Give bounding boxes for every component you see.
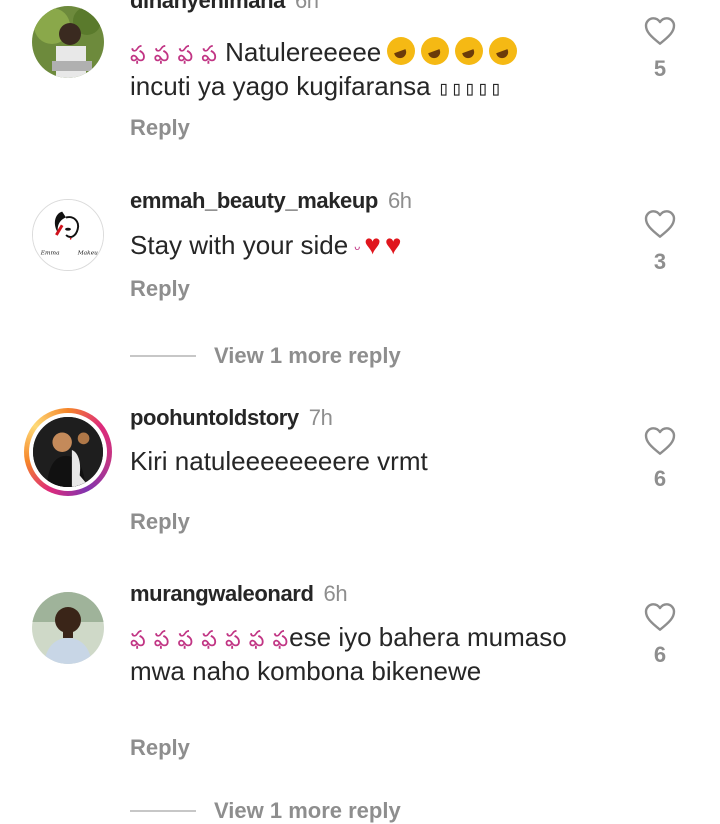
view-more-replies-button[interactable]: View 1 more reply	[130, 343, 401, 369]
lips-emoji: ఫ ఫ ఫ ఫ ఫ ఫ ఫ	[130, 626, 290, 651]
username[interactable]: poohuntoldstory	[130, 405, 299, 430]
unrendered-glyphs: ▯▯▯▯▯	[437, 76, 504, 100]
username[interactable]: emmah_beauty_makeup	[130, 188, 378, 213]
laughing-emoji-icon	[489, 37, 518, 65]
like-count: 5	[653, 56, 667, 81]
avatar-logo-text: Emma	[40, 250, 60, 256]
reply-button[interactable]: Reply	[130, 276, 190, 302]
avatar-story-ring[interactable]	[24, 408, 112, 496]
avatar[interactable]	[32, 6, 104, 78]
username[interactable]: dinanyenimana	[130, 0, 285, 13]
like-button[interactable]: 6	[638, 426, 682, 492]
comment-meta: dinanyenimana 6h	[130, 0, 319, 14]
comment-text-main: Kiri natuleeeeeeeere vrmt	[130, 446, 428, 476]
timestamp: 6h	[387, 188, 412, 213]
divider	[130, 355, 196, 357]
like-count: 6	[653, 466, 667, 491]
view-more-replies-button[interactable]: View 1 more reply	[130, 798, 401, 824]
heart-outline-icon[interactable]	[644, 209, 676, 239]
comment-text: Stay with your side ᵕ ♥ ♥	[130, 228, 600, 266]
like-button[interactable]: 6	[638, 602, 682, 668]
heart-outline-icon[interactable]	[644, 602, 676, 632]
reply-button[interactable]: Reply	[130, 115, 190, 141]
avatar[interactable]: Emma Makeu	[32, 199, 104, 271]
laughing-emoji-icon	[455, 37, 484, 65]
reply-button[interactable]: Reply	[130, 509, 190, 535]
like-button[interactable]: 3	[638, 209, 682, 275]
lips-emoji: ఫ ఫ ఫ ఫ	[130, 41, 218, 66]
red-heart-icon: ♥	[384, 229, 402, 260]
comment-meta: poohuntoldstory 7h	[130, 405, 333, 431]
heart-outline-icon[interactable]	[644, 16, 676, 46]
timestamp: 7h	[308, 405, 333, 430]
like-count: 3	[653, 249, 667, 274]
avatar	[29, 413, 107, 491]
avatar-photo	[33, 417, 103, 487]
view-more-replies-label: View 1 more reply	[214, 798, 401, 823]
comment-text-line2: incuti ya yago kugifaransa	[130, 71, 431, 101]
svg-text:Makeu: Makeu	[77, 250, 98, 256]
smiling-lips-icon: ᵕ	[354, 241, 361, 258]
comment-text-main: Stay with your side	[130, 230, 349, 260]
red-heart-icon: ♥	[364, 229, 381, 260]
comment-text: Kiri natuleeeeeeeere vrmt	[130, 445, 600, 478]
like-count: 6	[653, 642, 667, 667]
comment-meta: emmah_beauty_makeup 6h	[130, 188, 412, 214]
comment-text: ఫ ఫ ఫ ఫ ఫ ఫ ఫese iyo bahera mumaso mwa n…	[130, 621, 600, 688]
timestamp: 6h	[323, 581, 348, 606]
heart-outline-icon[interactable]	[644, 426, 676, 456]
timestamp: 6h	[294, 0, 319, 13]
comment-text-main: Natulereeeee	[225, 37, 382, 67]
username[interactable]: murangwaleonard	[130, 581, 314, 606]
avatar-photo	[32, 592, 104, 664]
reply-button[interactable]: Reply	[130, 735, 190, 761]
avatar-logo: Emma Makeu	[33, 200, 103, 270]
laughing-emoji-icon	[421, 37, 450, 65]
avatar[interactable]	[32, 592, 104, 664]
view-more-replies-label: View 1 more reply	[214, 343, 401, 368]
comment-text: ఫ ఫ ఫ ఫ Natulereeeee incuti ya yago kugi…	[130, 36, 600, 105]
avatar-photo	[32, 6, 104, 78]
laughing-emoji-icon	[387, 37, 416, 65]
divider	[130, 810, 196, 812]
like-button[interactable]: 5	[638, 16, 682, 82]
comment-meta: murangwaleonard 6h	[130, 581, 348, 607]
